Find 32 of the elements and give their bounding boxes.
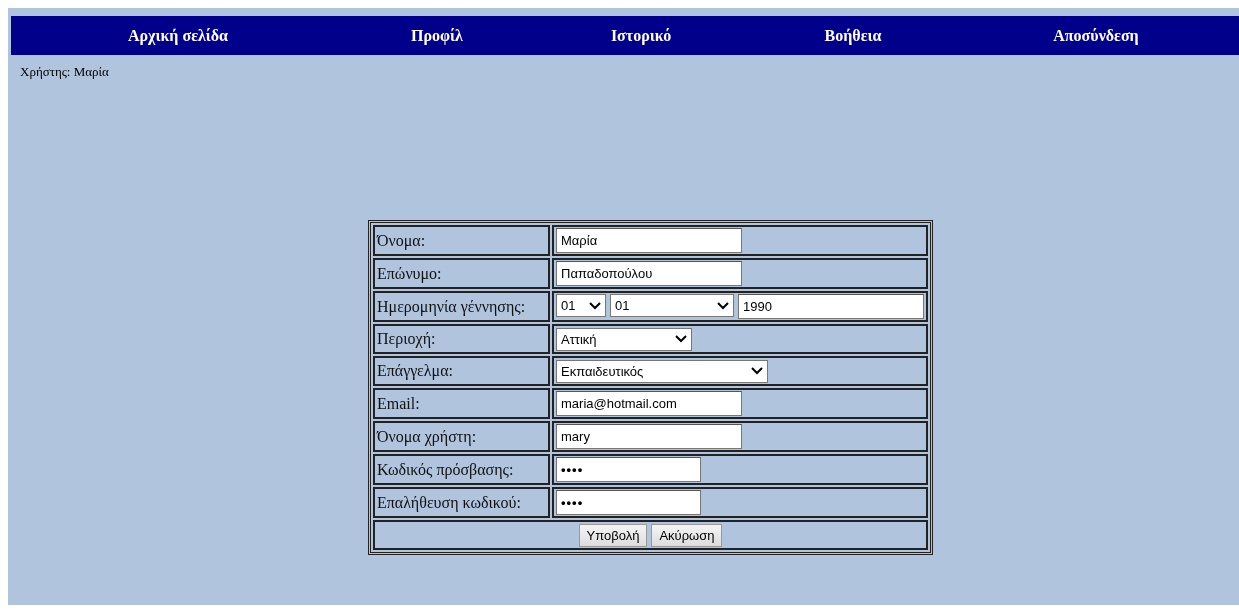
nav-link[interactable]: Ιστορικό	[610, 26, 672, 45]
field-label: Επάγγελμα:	[373, 356, 550, 386]
chevron-down-icon	[717, 301, 729, 310]
field-label: Email:	[373, 388, 550, 419]
dropdown[interactable]: Αττική	[556, 327, 692, 351]
field-label: Όνομα χρήστη:	[373, 421, 550, 452]
input-field[interactable]: 1990	[738, 294, 924, 319]
field-label: Επαλήθευση κωδικού:	[373, 487, 550, 518]
field-label: Επώνυμο:	[373, 258, 550, 289]
nav-link[interactable]: Προφίλ	[411, 26, 463, 45]
user-label: Χρήστης: Μαρία	[20, 64, 109, 79]
password-field[interactable]: ••••	[556, 490, 701, 515]
field-label: Περιοχή:	[373, 324, 550, 354]
nav-link[interactable]: Αρχική σελίδα	[128, 26, 228, 45]
form-button[interactable]: Υποβολή	[578, 523, 648, 547]
input-field[interactable]: Παπαδοπούλου	[556, 261, 742, 286]
chevron-down-icon	[751, 367, 763, 375]
dropdown[interactable]: 01	[610, 294, 734, 317]
input-field[interactable]: maria@hotmail.com	[556, 391, 742, 416]
field-label: Κωδικός πρόσβασης:	[373, 454, 550, 485]
nav-link[interactable]: Βοήθεια	[824, 26, 882, 45]
password-field[interactable]: ••••	[556, 457, 701, 482]
input-field[interactable]: Μαρία	[556, 228, 742, 253]
input-field[interactable]: mary	[556, 424, 742, 449]
form-button[interactable]: Ακύρωση	[651, 523, 723, 547]
dropdown[interactable]: 01	[556, 294, 606, 317]
field-label: Όνομα:	[373, 225, 550, 256]
field-label: Ημερομηνία γέννησης:	[373, 291, 550, 322]
chevron-down-icon	[589, 301, 601, 310]
chevron-down-icon	[675, 335, 687, 343]
dropdown[interactable]: Εκπαιδευτικός	[556, 359, 768, 383]
nav-link[interactable]: Αποσύνδεση	[1053, 26, 1139, 45]
